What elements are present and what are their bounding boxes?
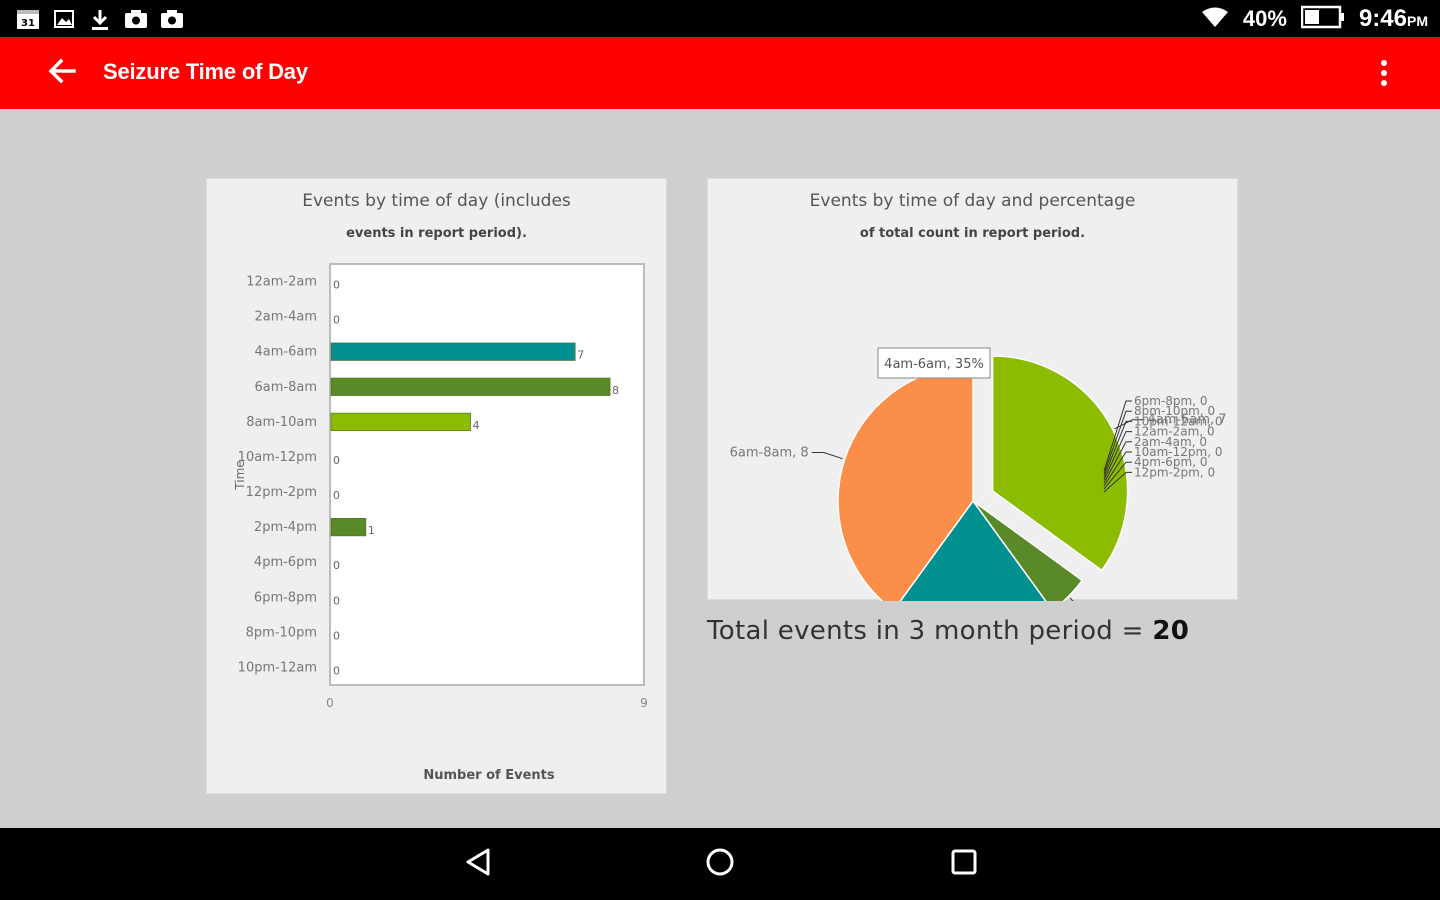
- navigation-bar: [0, 828, 1440, 900]
- x-tick-label: 9: [640, 696, 648, 710]
- back-button[interactable]: [40, 53, 84, 93]
- pie-chart: 4am-6am, 76pm-8pm, 08pm-10pm, 010pm-12am…: [730, 347, 1227, 601]
- bar-category-label: 4am-6am: [255, 345, 318, 360]
- clock-time: 9:46: [1358, 5, 1407, 32]
- pie-slice-label: 12pm-2pm, 0: [1134, 465, 1215, 479]
- bar-value-label: 0: [333, 559, 340, 572]
- battery-icon: [1300, 5, 1345, 34]
- bar-category-label: 10am-12pm: [238, 450, 317, 465]
- bar-chart-card: Events by time of day (includes events i…: [206, 178, 667, 794]
- bar-category-label: 2pm-4pm: [254, 520, 317, 535]
- bar-value-label: 0: [333, 489, 340, 502]
- bar-value-label: 7: [577, 349, 584, 362]
- pie-slice-label: 6am-8am, 8: [730, 445, 809, 460]
- pie-chart-card: Events by time of day and percentage of …: [707, 178, 1238, 601]
- bar-value-label: 0: [333, 664, 340, 677]
- nav-recents-icon: [950, 848, 978, 881]
- camera-icon: [124, 8, 148, 35]
- arrow-left-icon: [48, 58, 76, 89]
- total-events-text: Total events in 3 month period = 20: [707, 616, 1189, 646]
- bar-category-label: 8am-10am: [246, 415, 317, 430]
- bar-chart: 12am-2am 2am-4am 4am-6am 6am-8am 8am-10am 10a…: [233, 263, 648, 783]
- battery-percent: 40%: [1242, 6, 1287, 31]
- x-tick-label: 0: [326, 696, 334, 710]
- bar-category-label: 12am-2am: [246, 275, 317, 290]
- bar-4am-6am: [330, 342, 576, 361]
- status-right: 40% 9:46PM: [1201, 4, 1428, 34]
- bar-category-label: 6am-8am: [255, 380, 318, 395]
- total-events-label: Total events in 3 month period =: [707, 616, 1153, 646]
- bar-category-label: 8pm-10pm: [246, 625, 317, 640]
- clock-period: PM: [1407, 13, 1428, 29]
- more-options-button[interactable]: [1368, 55, 1400, 95]
- bar-value-label: 0: [333, 594, 340, 607]
- x-axis-label: Number of Events: [423, 768, 554, 783]
- nav-back-icon: [464, 847, 492, 882]
- nav-home-button[interactable]: [700, 846, 740, 882]
- pie-tooltip: 4am-6am, 35%: [877, 347, 991, 379]
- download-icon: [89, 8, 111, 37]
- clock: 9:46PM: [1359, 5, 1428, 33]
- pie-leader-line: [1069, 597, 1074, 601]
- content-area: Events by time of day (includes events i…: [0, 109, 1440, 828]
- nav-back-button[interactable]: [458, 846, 498, 882]
- status-bar: 31 40% 9:46PM: [0, 0, 1440, 37]
- bar-value-label: 1: [368, 524, 375, 537]
- bar-value-label: 0: [333, 314, 340, 327]
- wifi-icon: [1201, 6, 1229, 33]
- bar-value-label: 0: [333, 279, 340, 292]
- app-bar: Seizure Time of Day: [0, 37, 1440, 109]
- nav-home-icon: [705, 847, 735, 882]
- bar-value-label: 8: [612, 384, 619, 397]
- bar-category-label: 4pm-6pm: [254, 555, 317, 570]
- bar-category-label: 10pm-12am: [238, 660, 317, 675]
- pie-leader-line: [811, 451, 843, 460]
- bar-value-label: 0: [333, 629, 340, 642]
- calendar-day-text: 31: [21, 18, 35, 29]
- camera-icon: [160, 8, 184, 35]
- bar-value-label: 0: [333, 454, 340, 467]
- bar-6am-8am: [330, 377, 611, 396]
- total-events-value: 20: [1152, 616, 1190, 646]
- bar-value-label: 4: [473, 419, 480, 432]
- bar-category-label: 12pm-2pm: [246, 485, 317, 500]
- bar-8am-10am: [330, 412, 471, 431]
- bar-2pm-4pm: [330, 518, 367, 537]
- page-title: Seizure Time of Day: [103, 59, 308, 84]
- tooltip-text: 4am-6am, 35%: [884, 357, 984, 372]
- y-axis-label: Time: [233, 460, 247, 490]
- nav-recents-button[interactable]: [944, 846, 984, 882]
- bar-category-label: 6pm-8pm: [254, 590, 317, 605]
- bar-category-label: 2am-4am: [255, 310, 318, 325]
- more-vert-icon: [1380, 59, 1388, 92]
- image-icon: [53, 8, 75, 35]
- calendar-icon: 31: [16, 8, 40, 35]
- plot-area: [329, 263, 645, 686]
